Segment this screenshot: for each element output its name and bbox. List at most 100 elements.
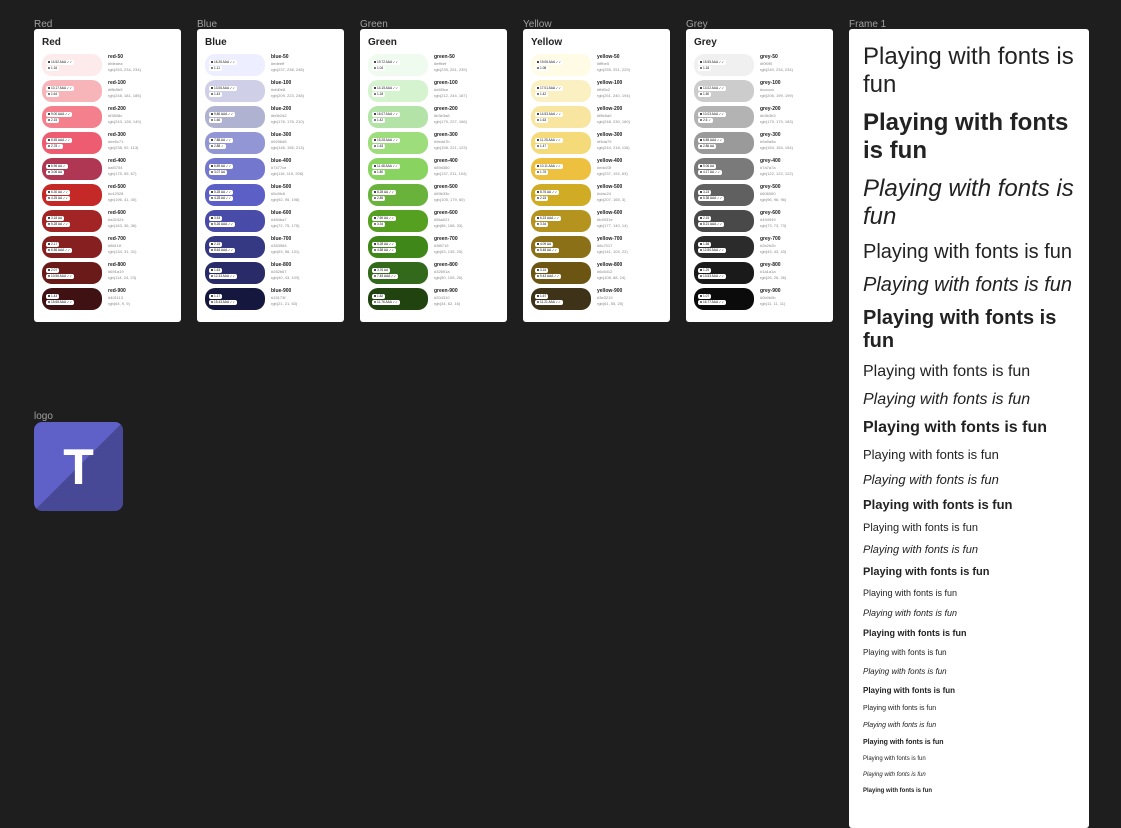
color-swatch[interactable]: 1.8211.76 AAA ✓✓	[368, 288, 428, 310]
color-swatch[interactable]: 3.159.43 AAA ✓✓	[531, 262, 591, 284]
swatch-hex: #282b67	[271, 269, 299, 274]
contrast-badge: 8.28 AA ✓✓	[372, 190, 396, 195]
contrast-badge: 5.28 AA ✓✓	[46, 222, 70, 227]
swatch-row: 13.06 AAA ✓✓1.43blue-100#cfd0e8rgb(209, …	[205, 80, 336, 102]
swatch-rgb: rgb(114, 24, 23)	[108, 275, 136, 280]
color-swatch[interactable]: 3.76 AA7.45 AAA ✓✓	[368, 262, 428, 284]
color-swatch[interactable]: 14.53 AAA ✓✓1.63	[531, 106, 591, 128]
color-swatch[interactable]: 3.235.38 AAA ✓✓	[694, 184, 754, 206]
swatch-rgb: rgb(255, 251, 229)	[597, 67, 630, 72]
swatch-row: 9.00 AAA ✓✓2.15red-200#f3808crgb(243, 12…	[42, 106, 173, 128]
swatch-hex: #606060	[760, 191, 786, 196]
color-swatch[interactable]: 1.0716.77 AAA ✓✓	[694, 288, 754, 310]
contrast-badge: 14.53 AAA ✓✓	[535, 112, 563, 117]
swatch-row: 16.07 AAA ✓✓1.42 green-200#b3e3a6rgb(179,…	[368, 106, 499, 128]
contrast-badge: 15.28 AAA ✓✓	[372, 138, 400, 143]
color-swatch[interactable]: 9.00 AAA ✓✓2.15	[42, 106, 102, 128]
color-swatch[interactable]: 7.88 AA ✓✓2.88 ✓	[205, 132, 265, 154]
color-swatch[interactable]: 1.6711.21 AAA ✓✓	[531, 288, 591, 310]
contrast-badge: 2.15	[535, 196, 548, 201]
swatch-meta: red-50#fdeaeargb(253, 234, 234)	[108, 54, 141, 72]
color-swatch[interactable]: 3.18 AA5.28 AA ✓✓	[42, 210, 102, 232]
color-swatch[interactable]: 4.09 AA5.48 AA ✓✓	[531, 236, 591, 258]
swatch-meta: red-300#ee5c71rgb(238, 92, 113)	[108, 132, 138, 150]
swatch-hex: #cccccc	[760, 87, 793, 92]
color-swatch[interactable]: 1.5812.80 AAA ✓✓	[694, 236, 754, 258]
color-swatch[interactable]: 8.28 AA ✓✓2.85	[368, 184, 428, 206]
color-swatch[interactable]: 16.07 AAA ✓✓1.42	[368, 106, 428, 128]
color-swatch[interactable]: 8.76 AA ✓✓2.15	[531, 184, 591, 206]
type-sample: Playing with fonts is fun	[863, 307, 1075, 353]
color-swatch[interactable]: 10.17 AAA ✓✓1.64	[42, 80, 102, 102]
contrast-badge: 12.33 AAA ✓✓	[209, 274, 237, 279]
swatch-name: grey-200	[760, 106, 793, 112]
swatch-meta: yellow-50#fffbe5rgb(255, 251, 229)	[597, 54, 630, 72]
color-swatch[interactable]: 1.6312.33 AAA ✓✓	[205, 262, 265, 284]
color-swatch[interactable]: 14.52 AAA ✓✓1.16	[42, 54, 102, 76]
swatch-name: red-900	[108, 288, 130, 294]
color-swatch[interactable]: 10.11 AAA ✓✓1.76	[531, 158, 591, 180]
contrast-badge: 1.42	[372, 118, 385, 123]
swatch-row: 6.89 AA ✓✓3.07 AAblue-400#7477cergb(116,…	[205, 158, 336, 180]
logo-tile: T	[34, 422, 123, 511]
swatch-meta: green-200#b3e3a6rgb(179, 227, 166)	[434, 106, 467, 124]
swatch-hex: #f8e6a0	[597, 113, 630, 118]
color-swatch[interactable]: 11.48 AAA ✓✓1.80	[368, 158, 428, 180]
color-swatch[interactable]: 15.55 AAA ✓✓1.18	[694, 54, 754, 76]
color-swatch[interactable]: 16.26 AAA ✓✓1.11	[205, 54, 265, 76]
contrast-badge: 6.89 AA ✓✓	[209, 164, 233, 169]
swatch-rgb: rgb(53, 56, 131)	[271, 249, 299, 254]
color-swatch[interactable]: 9.86 AAA ✓✓1.66	[205, 106, 265, 128]
swatch-rgb: rgb(40, 43, 103)	[271, 275, 299, 280]
color-swatch[interactable]: 19.06 AAA ✓✓1.08	[531, 54, 591, 76]
color-swatch[interactable]: 6.85 AAA ✓✓2.86 AA	[694, 132, 754, 154]
swatch-name: yellow-600	[597, 210, 628, 216]
type-sample: Playing with fonts is fun	[863, 566, 1075, 578]
swatch-hex: #2b2b2b	[760, 243, 786, 248]
swatch-hex: #b4931e	[597, 217, 628, 222]
color-swatch[interactable]: 7.60 AA ✓✓3.34	[368, 210, 428, 232]
contrast-badge: 3.06 AA	[46, 170, 64, 175]
contrast-badge: 4.25 AA ✓✓	[46, 196, 70, 201]
color-swatch[interactable]: 1.4315.68 AAA ✓✓	[42, 288, 102, 310]
color-swatch[interactable]: 1.2913.53 AAA ✓✓	[694, 262, 754, 284]
color-swatch[interactable]: 6.30 AA ✓✓4.25 AA ✓✓	[42, 184, 102, 206]
color-swatch[interactable]: 6.89 AA ✓✓3.07 AA	[205, 158, 265, 180]
contrast-badge: 4.28 AA ✓✓	[209, 196, 233, 201]
color-swatch[interactable]: 6.96 AA ✓3.06 AA	[42, 158, 102, 180]
color-swatch[interactable]: 11.25 AAA ✓✓1.47	[531, 132, 591, 154]
swatch-name: red-400	[108, 158, 136, 164]
swatch-hex: #f3808c	[108, 113, 141, 118]
contrast-badge: 15.43 AAA ✓✓	[209, 300, 237, 305]
contrast-badge: 3.34	[372, 222, 385, 227]
color-swatch[interactable]: 17.01 AAA ✓✓1.42	[531, 80, 591, 102]
contrast-badge: 2.15	[209, 242, 222, 247]
color-swatch[interactable]: 13.02 AAA ✓✓1.50	[694, 80, 754, 102]
swatch-rgb: rgb(64, 9, 9)	[108, 301, 130, 306]
color-swatch[interactable]: 2.158.64 AAA ✓✓	[205, 236, 265, 258]
contrast-badge: 1.16	[46, 66, 59, 71]
color-swatch[interactable]: 15.28 AAA ✓✓1.63	[368, 132, 428, 154]
color-swatch[interactable]: 3.535.26 AAA ✓✓	[205, 210, 265, 232]
color-swatch[interactable]: 5.06 AA4.17 AA ✓✓	[694, 158, 754, 180]
swatch-hex: #0b0b0b	[760, 295, 785, 300]
swatch-row: 3.535.26 AAA ✓✓blue-600#484ba7rgb(72, 75…	[205, 210, 336, 232]
color-swatch[interactable]: 13.06 AAA ✓✓1.43	[205, 80, 265, 102]
color-swatch[interactable]: 5.28 AA ✓✓4.28 AA ✓✓	[205, 184, 265, 206]
contrast-badge: 11.48 AAA ✓✓	[372, 164, 400, 169]
color-swatch[interactable]: 2.158.21 AAA ✓✓	[694, 210, 754, 232]
swatch-meta: blue-900#15173frgb(21, 21, 63)	[271, 288, 297, 306]
color-swatch[interactable]: 19.72 AAA ✓✓1.04	[368, 54, 428, 76]
color-swatch[interactable]: 5.28 AA ✓✓4.58 AA ✓✓	[368, 236, 428, 258]
color-swatch[interactable]: 14.15 AAA ✓✓1.18	[368, 80, 428, 102]
color-swatch[interactable]: 8.55 AAA ✓✓2.78 ✓	[42, 132, 102, 154]
contrast-badge: 2.85	[372, 196, 385, 201]
swatch-row: 6.23 AAA ✓✓3.34yellow-600#b4931ergb(177,…	[531, 210, 662, 232]
color-swatch[interactable]: 1.1715.43 AAA ✓✓	[205, 288, 265, 310]
color-swatch[interactable]: 6.23 AAA ✓✓3.34	[531, 210, 591, 232]
color-swatch[interactable]: 10.03 AAA ✓✓2.6 ✓	[694, 106, 754, 128]
swatch-name: yellow-300	[597, 132, 630, 138]
swatch-row: 2.158.21 AAA ✓✓grey-600#494949rgb(73, 73…	[694, 210, 825, 232]
color-swatch[interactable]: 2.176.56 AAA ✓✓	[42, 236, 102, 258]
color-swatch[interactable]: 2.0710.56 AAA ✓✓	[42, 262, 102, 284]
